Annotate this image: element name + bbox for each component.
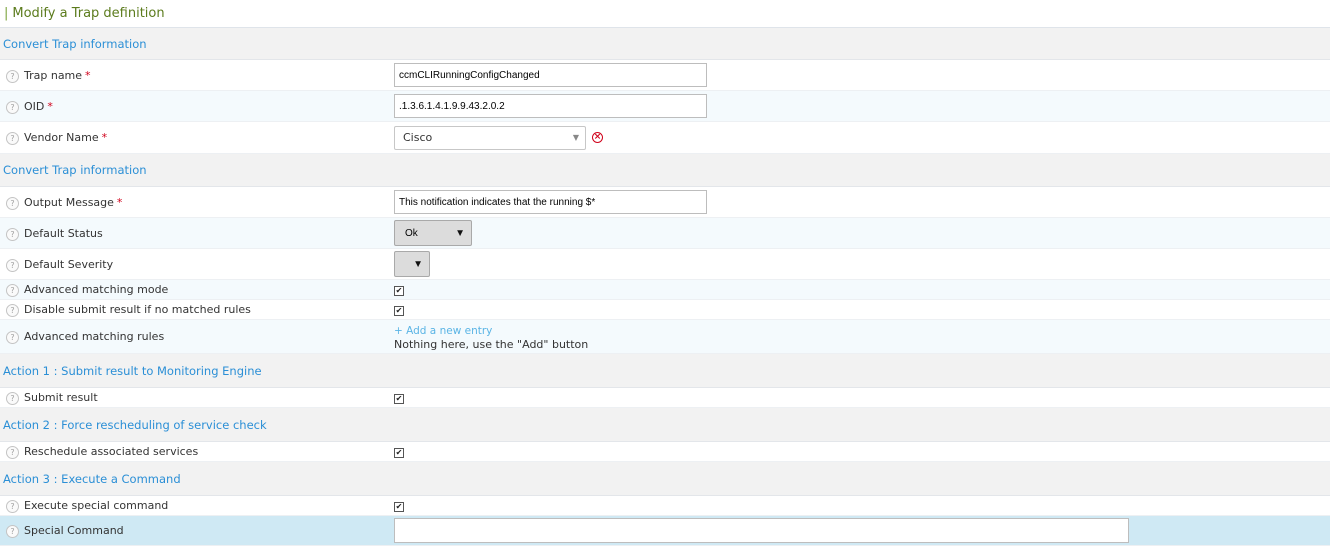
help-icon[interactable]: ? bbox=[6, 196, 19, 210]
trap-name-input[interactable]: ccmCLIRunningConfigChanged bbox=[394, 63, 707, 87]
execute-special-command-label: Execute special command bbox=[24, 499, 169, 512]
form-row-advanced-matching-rules: ? Advanced matching rules + Add a new en… bbox=[0, 320, 1330, 354]
section-title: Action 2 : Force rescheduling of service… bbox=[3, 417, 267, 432]
special-command-label: Special Command bbox=[24, 524, 124, 537]
advanced-matching-rules-label: Advanced matching rules bbox=[24, 330, 165, 343]
page-title: Modify a Trap definition bbox=[12, 6, 165, 21]
help-icon[interactable]: ? bbox=[6, 446, 19, 459]
default-status-select[interactable]: Ok ▼ bbox=[394, 220, 472, 246]
form-row-special-command: ? Special Command bbox=[0, 516, 1330, 546]
help-icon[interactable]: ? bbox=[6, 304, 19, 317]
required-marker: * bbox=[116, 195, 123, 209]
form-row-oid: ? OID * .1.3.6.1.4.1.9.9.43.2.0.2 bbox=[0, 91, 1330, 122]
section-title: Convert Trap information bbox=[3, 36, 147, 51]
help-icon[interactable]: ? bbox=[6, 258, 19, 272]
help-icon[interactable]: ? bbox=[6, 525, 19, 538]
default-status-label: Default Status bbox=[24, 226, 103, 240]
required-marker: * bbox=[101, 131, 108, 144]
required-marker: * bbox=[85, 68, 91, 82]
form-row-default-status: ? Default Status Ok ▼ bbox=[0, 218, 1330, 249]
section-convert-trap-info: Convert Trap information bbox=[0, 28, 1330, 60]
chevron-down-icon: ▼ bbox=[455, 227, 465, 239]
help-icon[interactable]: ? bbox=[6, 284, 19, 297]
help-icon[interactable]: ? bbox=[6, 331, 19, 344]
section-title: Action 3 : Execute a Command bbox=[3, 471, 181, 486]
page-header: | Modify a Trap definition bbox=[0, 0, 1330, 28]
form-row-execute-special-command: ? Execute special command ✔ bbox=[0, 496, 1330, 516]
submit-result-label: Submit result bbox=[24, 391, 98, 404]
submit-result-checkbox[interactable]: ✔ bbox=[394, 393, 404, 404]
help-icon[interactable]: ? bbox=[6, 392, 19, 405]
help-icon[interactable]: ? bbox=[6, 132, 19, 145]
default-severity-select[interactable]: ▼ bbox=[394, 251, 430, 277]
form-row-trap-name: ? Trap name * ccmCLIRunningConfigChanged bbox=[0, 60, 1330, 91]
clear-selection-icon[interactable]: × bbox=[592, 132, 603, 143]
form-row-output-message: ? Output Message * This notification ind… bbox=[0, 187, 1330, 218]
output-message-input[interactable]: This notification indicates that the run… bbox=[394, 190, 707, 214]
default-severity-label: Default Severity bbox=[24, 257, 114, 271]
reschedule-services-label: Reschedule associated services bbox=[24, 445, 199, 458]
trap-name-label: Trap name bbox=[24, 68, 83, 82]
empty-rules-message: Nothing here, use the "Add" button bbox=[394, 338, 589, 351]
vendor-name-select[interactable]: Cisco ▼ bbox=[394, 125, 586, 150]
oid-input[interactable]: .1.3.6.1.4.1.9.9.43.2.0.2 bbox=[394, 94, 707, 118]
section-title: Action 1 : Submit result to Monitoring E… bbox=[3, 363, 262, 378]
form-row-submit-result: ? Submit result ✔ bbox=[0, 388, 1330, 408]
section-action-2: Action 2 : Force rescheduling of service… bbox=[0, 408, 1330, 442]
chevron-down-icon: ▼ bbox=[413, 258, 423, 270]
form-row-vendor-name: ? Vendor Name * Cisco ▼ × bbox=[0, 122, 1330, 154]
section-action-1: Action 1 : Submit result to Monitoring E… bbox=[0, 354, 1330, 388]
execute-special-command-checkbox[interactable]: ✔ bbox=[394, 501, 404, 512]
default-status-value: Ok bbox=[405, 227, 418, 239]
oid-label: OID bbox=[24, 99, 45, 113]
advanced-matching-mode-label: Advanced matching mode bbox=[24, 283, 169, 296]
section-action-3: Action 3 : Execute a Command bbox=[0, 462, 1330, 496]
required-marker: * bbox=[47, 99, 53, 113]
header-bar: | bbox=[4, 6, 9, 21]
section-convert-trap-info-2: Convert Trap information bbox=[0, 154, 1330, 187]
help-icon[interactable]: ? bbox=[6, 500, 19, 513]
disable-submit-label: Disable submit result if no matched rule… bbox=[24, 303, 251, 316]
vendor-name-value: Cisco bbox=[403, 131, 433, 144]
form-row-reschedule-services: ? Reschedule associated services ✔ bbox=[0, 442, 1330, 462]
form-row-default-severity: ? Default Severity ▼ bbox=[0, 249, 1330, 280]
form-row-advanced-matching-mode: ? Advanced matching mode ✔ bbox=[0, 280, 1330, 300]
vendor-name-label: Vendor Name bbox=[24, 131, 99, 144]
output-message-label: Output Message bbox=[24, 195, 114, 209]
help-icon[interactable]: ? bbox=[6, 69, 19, 83]
chevron-down-icon: ▼ bbox=[572, 133, 579, 142]
advanced-matching-mode-checkbox[interactable]: ✔ bbox=[394, 285, 404, 296]
reschedule-services-checkbox[interactable]: ✔ bbox=[394, 447, 404, 458]
help-icon[interactable]: ? bbox=[6, 227, 19, 241]
disable-submit-checkbox[interactable]: ✔ bbox=[394, 305, 404, 316]
special-command-input[interactable] bbox=[394, 518, 1129, 543]
section-title: Convert Trap information bbox=[3, 163, 147, 177]
form-row-disable-submit: ? Disable submit result if no matched ru… bbox=[0, 300, 1330, 320]
add-new-entry-link[interactable]: + Add a new entry bbox=[394, 325, 588, 337]
help-icon[interactable]: ? bbox=[6, 100, 19, 114]
